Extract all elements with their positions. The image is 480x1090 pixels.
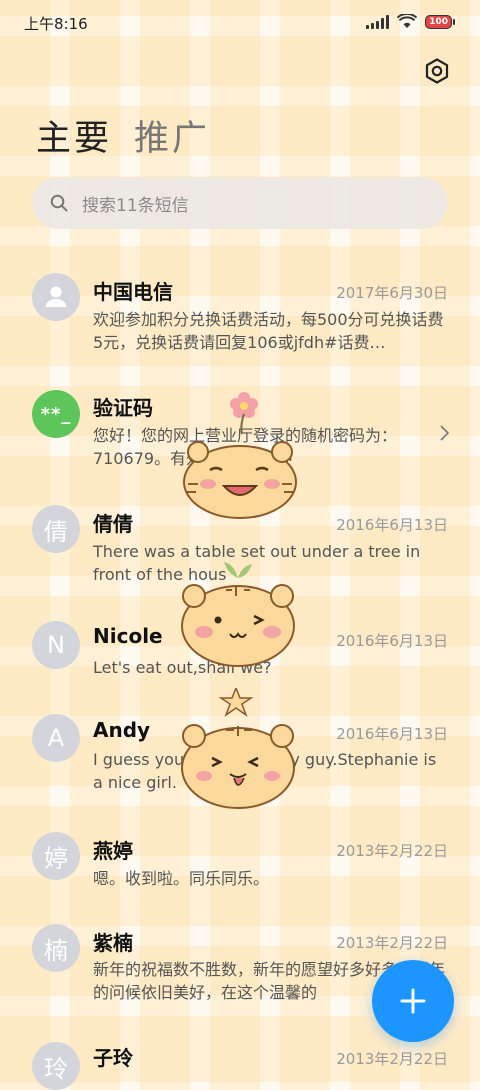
contact-name: 倩倩 xyxy=(93,512,133,536)
message-preview: 欢迎参加积分兑换话费活动，每500分可兑换话费5元，兑换话费请回复106或jfd… xyxy=(93,310,444,352)
contact-name: 燕婷 xyxy=(93,839,133,863)
avatar: **_ xyxy=(32,390,80,438)
tab-bar: 主要 推广 xyxy=(36,110,210,161)
avatar: N xyxy=(32,621,80,669)
avatar: 楠 xyxy=(32,924,80,972)
status-icons: 100 xyxy=(366,14,455,29)
new-message-button[interactable] xyxy=(372,960,454,1042)
tab-promo[interactable]: 推广 xyxy=(134,110,210,161)
contact-name: Andy xyxy=(93,718,151,742)
wifi-icon xyxy=(397,14,418,28)
plus-icon xyxy=(400,988,426,1014)
search-input[interactable]: 搜索11条短信 xyxy=(82,191,189,216)
settings-icon[interactable] xyxy=(424,58,450,84)
message-date: 2013年2月22日 xyxy=(336,934,448,952)
tab-primary[interactable]: 主要 xyxy=(36,110,112,161)
search-icon xyxy=(50,194,68,212)
avatar xyxy=(32,273,80,321)
battery-icon: 100 xyxy=(425,14,455,29)
status-time: 上午8:16 xyxy=(24,15,88,33)
message-preview: 嗯。收到啦。同乐同乐。 xyxy=(93,869,270,888)
person-icon xyxy=(45,286,67,307)
contact-name: 子玲 xyxy=(93,1046,133,1070)
search-bar[interactable]: 搜索11条短信 xyxy=(32,177,448,229)
status-bar: 上午8:16 100 xyxy=(0,0,480,44)
avatar: 婷 xyxy=(32,832,80,880)
contact-name: 中国电信 xyxy=(93,280,173,304)
avatar: 玲 xyxy=(32,1042,80,1090)
contact-name: Nicole xyxy=(93,624,163,648)
contact-name: 验证码 xyxy=(93,396,153,420)
message-date: 2013年2月22日 xyxy=(336,842,448,860)
avatar: 倩 xyxy=(32,505,80,553)
message-date: 2016年6月13日 xyxy=(336,725,448,743)
tiger-sticker-star xyxy=(181,688,295,809)
message-date: 2017年6月30日 xyxy=(336,284,448,302)
signal-icon xyxy=(366,14,390,29)
contact-name: 紫楠 xyxy=(93,931,133,955)
chevron-right-icon xyxy=(440,425,450,441)
message-date: 2016年6月13日 xyxy=(336,516,448,534)
message-date: 2016年6月13日 xyxy=(336,632,448,650)
avatar: A xyxy=(32,714,80,762)
tiger-sticker-sprout xyxy=(181,562,295,667)
tiger-sticker-flower xyxy=(183,392,297,519)
